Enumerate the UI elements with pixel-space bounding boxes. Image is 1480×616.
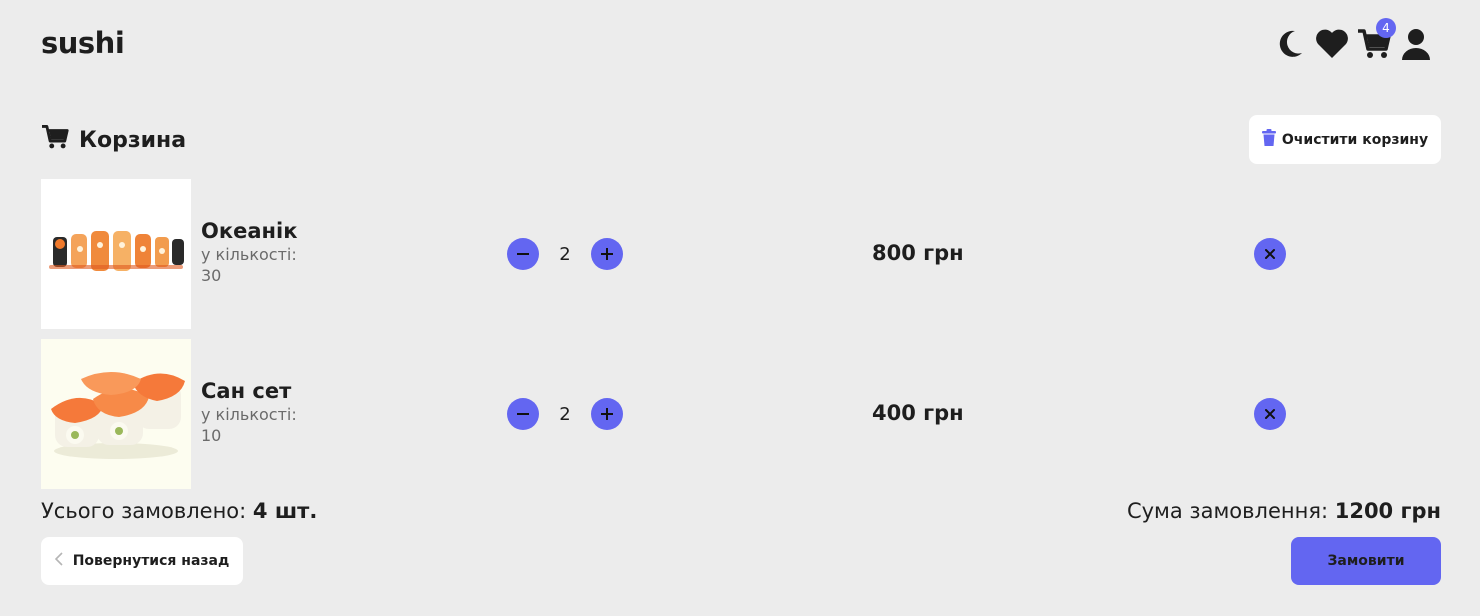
plus-icon	[601, 248, 613, 260]
item-qty-label: у кількості:	[201, 245, 297, 264]
cart-item: Сан сет у кількості: 10 2 400 грн	[41, 339, 1441, 489]
total-items: Усього замовлено: 4 шт.	[41, 499, 317, 523]
item-count: 2	[559, 243, 571, 265]
header-icons: 4	[1272, 18, 1434, 62]
clear-cart-button[interactable]: Очистити корзину	[1249, 115, 1441, 164]
product-image	[41, 339, 191, 489]
quantity-stepper: 2	[507, 238, 623, 270]
order-sum-value: 1200 грн	[1334, 499, 1441, 523]
back-label: Повернутися назад	[72, 553, 230, 569]
cart-count-badge: 4	[1376, 18, 1396, 38]
item-price: 400 грн	[872, 401, 964, 425]
quantity-stepper: 2	[507, 398, 623, 430]
clear-cart-label: Очистити корзину	[1281, 131, 1429, 148]
item-info: Океанік у кількості: 30	[201, 219, 297, 285]
close-icon	[1265, 409, 1275, 419]
total-items-value: 4 шт.	[252, 499, 318, 523]
close-icon	[1265, 249, 1275, 259]
item-qty-value: 30	[201, 266, 222, 285]
minus-icon	[517, 413, 529, 415]
increase-button[interactable]	[591, 238, 623, 270]
minus-icon	[517, 253, 529, 255]
total-items-label: Усього замовлено:	[41, 499, 247, 523]
decrease-button[interactable]	[507, 398, 539, 430]
chevron-left-icon	[54, 552, 63, 570]
heart-icon[interactable]	[1314, 26, 1350, 62]
plus-icon	[601, 408, 613, 420]
order-sum-label: Сума замовлення:	[1126, 499, 1329, 523]
remove-item-button[interactable]	[1254, 398, 1286, 430]
order-button[interactable]: Замовити	[1291, 537, 1441, 585]
item-price: 800 грн	[872, 241, 964, 265]
cart-icon	[41, 124, 69, 156]
decrease-button[interactable]	[507, 238, 539, 270]
moon-icon[interactable]	[1272, 26, 1308, 62]
cart-item: Океанік у кількості: 30 2 800 грн	[41, 179, 1441, 329]
remove-item-button[interactable]	[1254, 238, 1286, 270]
item-name: Океанік	[201, 219, 298, 243]
item-info: Сан сет у кількості: 10	[201, 379, 297, 445]
cart-icon[interactable]: 4	[1356, 18, 1396, 62]
item-qty-label: у кількості:	[201, 405, 297, 424]
trash-icon	[1261, 129, 1276, 150]
order-sum: Сума замовлення: 1200 грн	[1127, 499, 1441, 523]
cart-heading: Корзина	[41, 124, 186, 156]
logo[interactable]: sushi	[41, 26, 125, 60]
product-image	[41, 179, 191, 329]
back-button[interactable]: Повернутися назад	[41, 537, 243, 585]
item-name: Сан сет	[201, 379, 292, 403]
item-qty-value: 10	[201, 426, 222, 445]
increase-button[interactable]	[591, 398, 623, 430]
user-icon[interactable]	[1398, 26, 1434, 62]
item-count: 2	[559, 403, 571, 425]
cart-title: Корзина	[79, 127, 187, 153]
